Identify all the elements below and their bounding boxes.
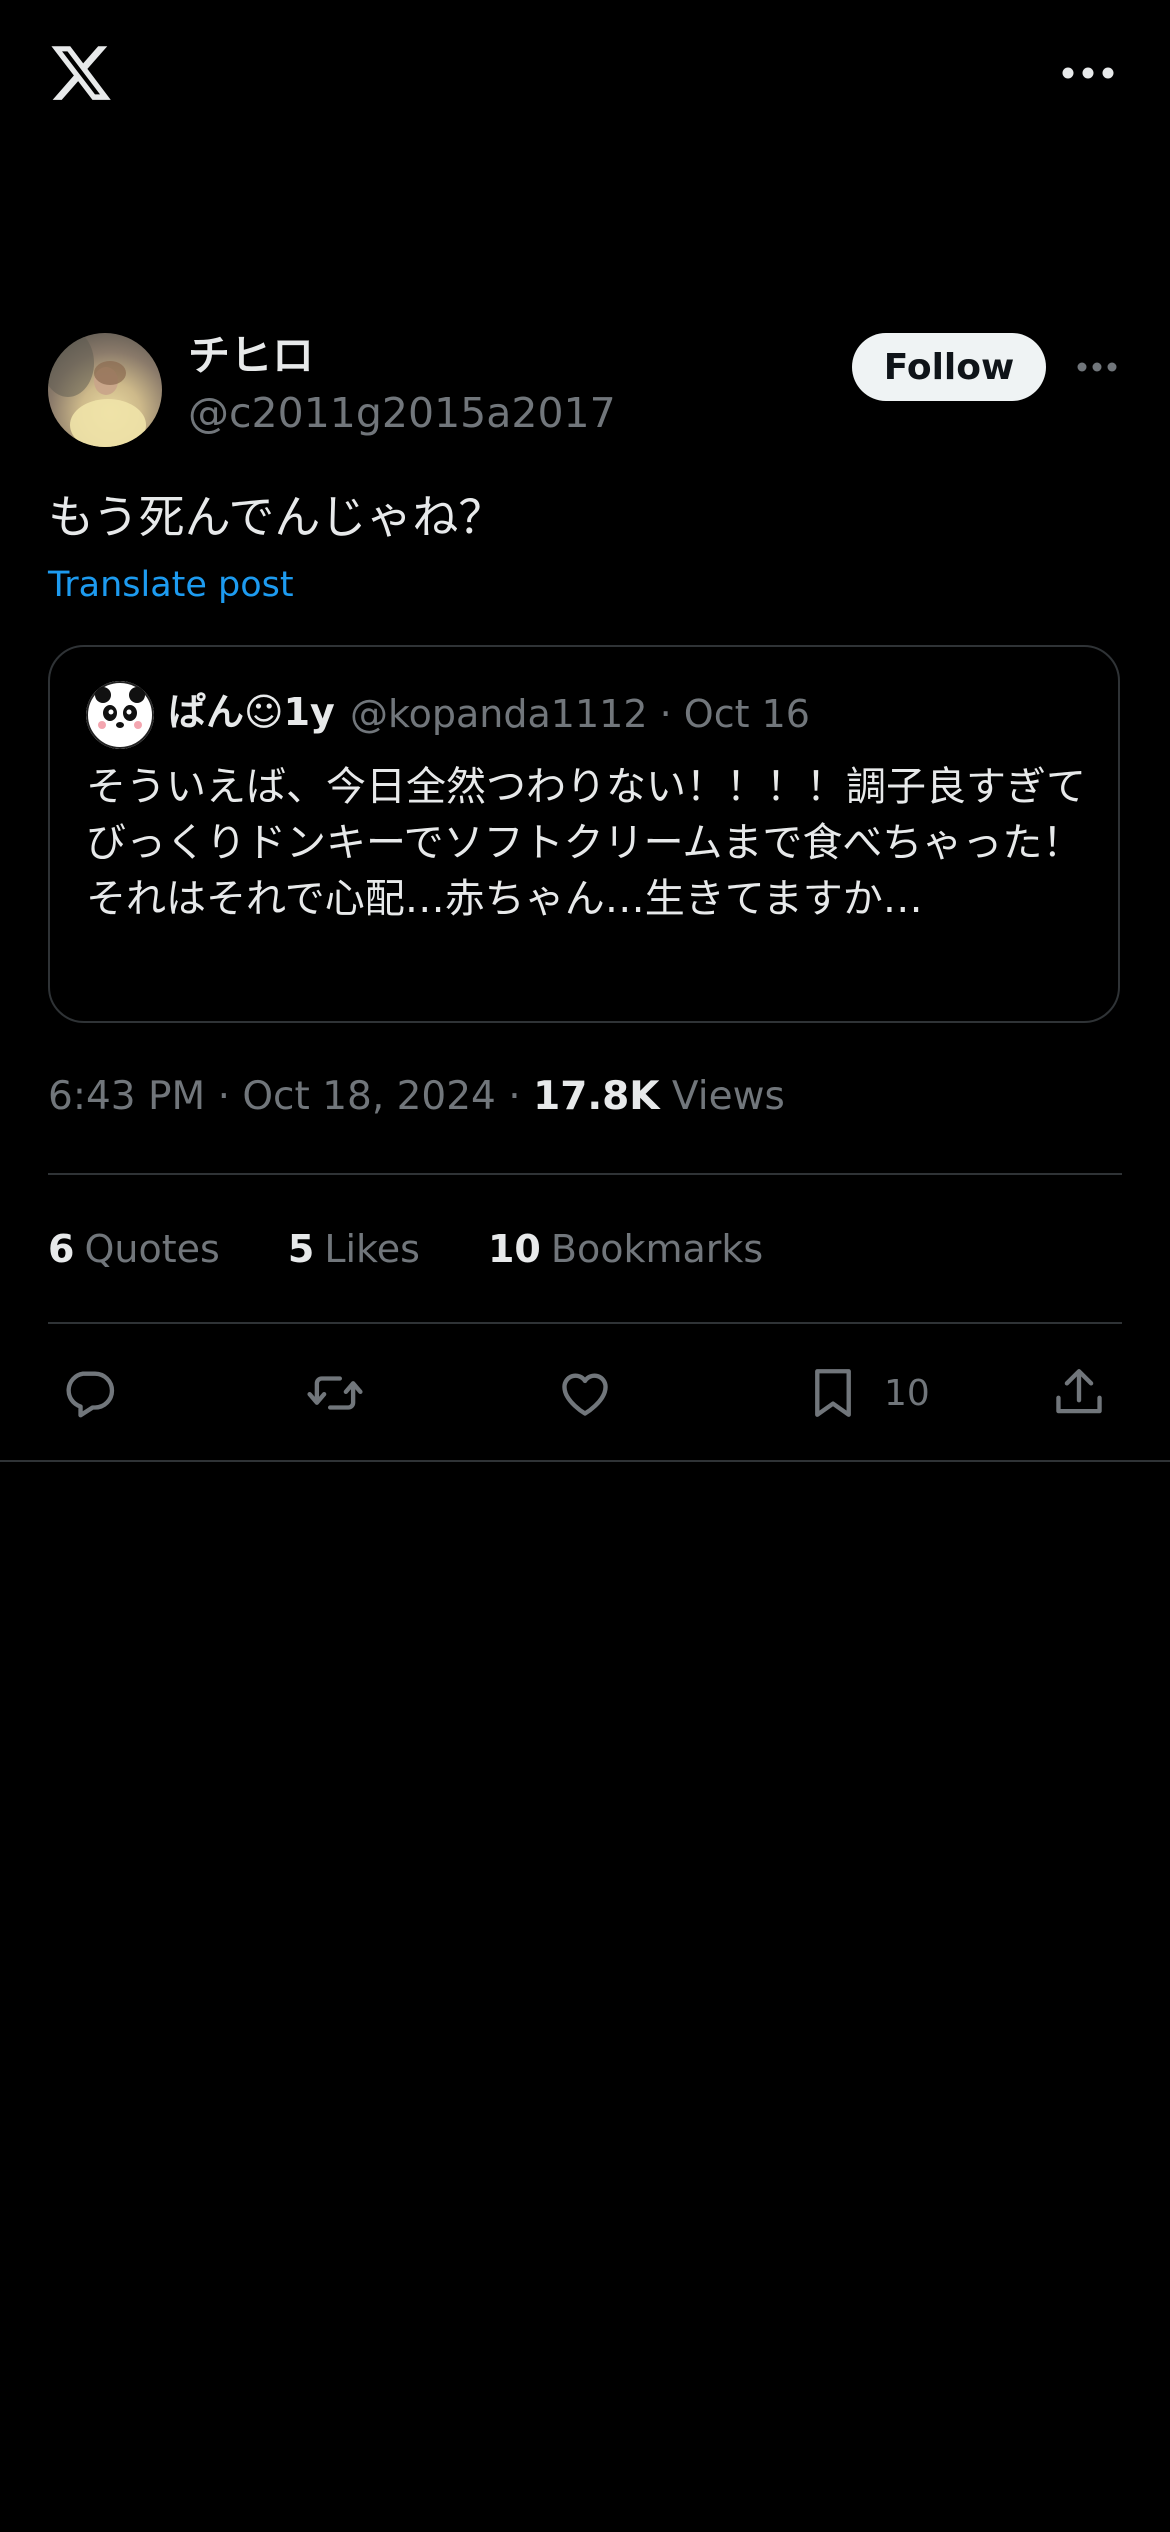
panda-avatar-image [86,681,154,749]
post-date[interactable]: Oct 18, 2024 [242,1074,496,1119]
post-more-icon[interactable] [1076,358,1118,376]
x-logo-icon[interactable] [48,40,114,106]
heart-icon [562,1373,608,1416]
repost-icon [307,1376,363,1410]
top-bar [0,0,1170,150]
quotes-count: 6 [48,1227,75,1271]
quote-author-name: ぱん☺1y [168,690,335,734]
quotes-label: Quotes [84,1227,220,1271]
author-handle[interactable]: @c2011g2015a2017 [188,388,616,438]
like-button[interactable] [556,1360,614,1426]
follow-button[interactable]: Follow [852,333,1046,401]
quote-date: Oct 16 [683,692,810,736]
repost-button[interactable] [306,1360,364,1426]
share-icon [1056,1369,1102,1414]
author-name[interactable]: チヒロ [188,330,314,382]
meta-separator: · [659,692,684,736]
quote-text: そういえば、今日全然つわりない！！！！調子良すぎてびっくりドンキーでソフトクリー… [86,764,1086,922]
bookmark-icon [815,1369,851,1417]
likes-count: 5 [287,1227,315,1271]
bookmarks-stat[interactable]: 10 Bookmarks [488,1227,763,1271]
more-horizontal-icon[interactable] [1060,62,1116,84]
quoted-post-card[interactable]: ぱん☺1y @kopanda1112 · Oct 16 そういえば、今日全然つわ… [48,645,1120,1023]
quotes-stat[interactable]: 6 Quotes [48,1227,220,1271]
post-detail-page: チヒロ @c2011g2015a2017 Follow もう死んでんじゃね？ T… [0,0,1170,2532]
post-timestamp-row: 6:43 PM · Oct 18, 2024 · 17.8K Views [48,1070,785,1124]
meta-separator: · [508,1074,534,1119]
quote-author-avatar [86,681,154,749]
author-avatar[interactable] [48,333,162,447]
divider [48,1173,1122,1175]
quote-meta: @kopanda1112 · Oct 16 [350,689,810,739]
bookmark-button[interactable]: 10 [804,1360,930,1426]
views-label: Views [671,1074,785,1119]
reply-button[interactable] [60,1360,118,1426]
likes-stat[interactable]: 5 Likes [288,1227,420,1271]
avatar-image [48,333,146,447]
post-time[interactable]: 6:43 PM [48,1074,205,1119]
bookmarks-count: 10 [487,1227,541,1271]
bookmarks-label: Bookmarks [550,1227,764,1271]
post-stats-row: 6 Quotes 5 Likes 10 Bookmarks [48,1222,819,1276]
translate-post-link[interactable]: Translate post [48,560,294,610]
quote-author-handle: @kopanda1112 [350,692,648,736]
likes-label: Likes [324,1227,420,1271]
post-text: もう死んでんじゃね？ [48,490,505,544]
bookmark-count: 10 [884,1372,930,1414]
reply-icon [66,1371,115,1418]
views-count: 17.8K [533,1074,660,1119]
meta-separator: · [217,1074,243,1119]
divider [48,1322,1122,1324]
divider [0,1460,1170,1462]
share-button[interactable] [1050,1360,1108,1426]
